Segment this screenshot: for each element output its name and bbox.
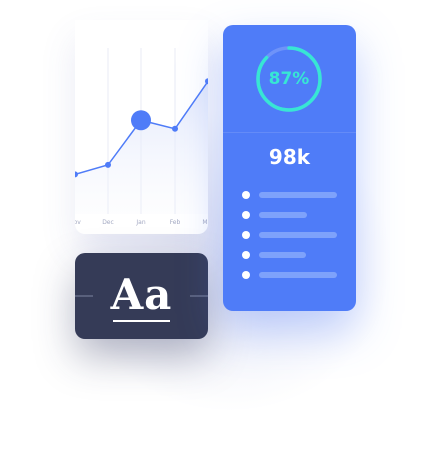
typeface-underline	[113, 320, 170, 322]
list-bar	[259, 192, 337, 198]
chart-tick-label: Feb	[170, 219, 181, 226]
bullet-dot-icon	[242, 251, 250, 259]
typeface-sample: Aa	[110, 270, 173, 319]
gauge-label: 87%	[268, 69, 310, 89]
chart-point	[205, 78, 208, 85]
bullet-dot-icon	[242, 191, 250, 199]
list-bar	[259, 212, 308, 218]
headline-stat: 98k	[268, 145, 311, 169]
card-divider	[223, 132, 356, 133]
chart-tick-label: Nov	[75, 219, 81, 226]
list-bar	[259, 272, 337, 278]
bullet-dot-icon	[242, 211, 250, 219]
list-bar	[259, 252, 306, 258]
bullet-dot-icon	[242, 231, 250, 239]
typeface-card: Aa	[75, 253, 208, 339]
bullet-dot-icon	[242, 271, 250, 279]
chart-point	[105, 161, 111, 168]
chart-tick-label: Mar	[202, 219, 208, 226]
stats-card: 87% 98k	[223, 25, 356, 311]
chart-tick-label: Jan	[135, 219, 145, 226]
chart-tick-label: Dec	[102, 219, 114, 226]
line-chart: Nov Dec Jan Feb Mar	[75, 48, 208, 226]
chart-point-highlight	[131, 110, 151, 131]
chart-point	[172, 125, 178, 132]
line-chart-card: Nov Dec Jan Feb Mar	[75, 20, 208, 234]
list-bar	[259, 232, 337, 238]
